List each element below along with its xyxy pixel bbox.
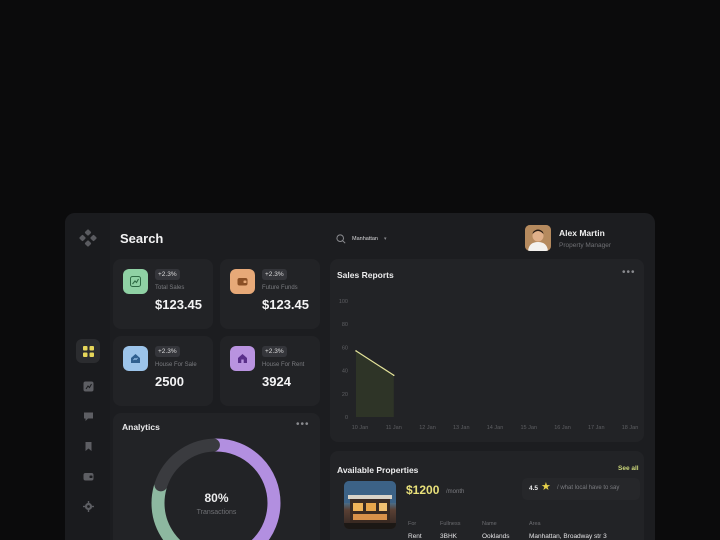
x-tick-label: 13 Jan [453,425,470,431]
detail-label-for: For [408,521,417,527]
wallet-icon [230,269,255,294]
growth-badge: +2.3% [155,346,180,357]
x-tick-label: 10 Jan [352,425,369,431]
detail-label-area: Area [529,521,541,527]
detail-label-fullness: Fullness [440,521,461,527]
sidebar [65,213,110,540]
sales-reports-card: Sales Reports ••• 100 80 60 40 20 0 10 Jan 11 J… [330,259,644,442]
stat-card-house-for-sale[interactable]: +2.3% House For Sale 2500 [113,336,213,406]
profile-role: Property Manager [559,242,612,249]
logo-icon [79,229,97,247]
stat-label: Future Funds [262,285,298,291]
search-icon [336,234,346,244]
sidebar-item-settings[interactable] [76,494,100,518]
x-tick-label: 18 Jan [622,425,639,431]
detail-label-name: Name [482,521,497,527]
property-price: $1200 [406,483,440,497]
x-tick-label: 17 Jan [588,425,605,431]
message-icon [83,412,93,421]
sidebar-item-messages[interactable] [76,404,100,428]
chart-box-icon [83,381,93,391]
profile-name: Alex Martin [559,228,605,238]
x-tick-label: 15 Jan [520,425,537,431]
stat-label: Total Sales [155,285,185,291]
analytics-card: Analytics ••• 80% Transactions [113,413,320,540]
available-properties-card: Available Properties See all $1200 /mont… [330,451,644,540]
see-all-link[interactable]: See all [618,465,639,472]
series-area [356,350,394,417]
stat-value: $123.45 [155,297,202,312]
y-tick-label: 0 [345,415,348,421]
y-tick-label: 40 [342,369,348,375]
property-image[interactable] [344,481,396,529]
wallet-icon [83,472,93,480]
chart-icon [123,269,148,294]
page-title: Search [120,231,164,246]
star-icon: ★ [541,481,551,493]
stat-card-total-sales[interactable]: +2.3% Total Sales $123.45 [113,259,213,329]
stat-label: House For Rent [262,362,305,368]
x-tick-label: 12 Jan [419,425,436,431]
rating-text: / what local have to say [557,485,620,491]
sidebar-item-dashboard[interactable] [76,339,100,363]
grid-icon [82,345,94,357]
x-tick-label: 11 Jan [386,425,402,431]
stat-card-future-funds[interactable]: +2.3% Future Funds $123.45 [220,259,320,329]
growth-badge: +2.3% [262,346,287,357]
sidebar-item-analytics[interactable] [76,374,100,398]
detail-value-area: Manhattan, Broadway str 3 [529,533,607,540]
detail-value-name: Ooklands [482,533,510,540]
location-select[interactable]: Manhattan [352,236,378,242]
avatar[interactable] [525,225,551,251]
dashboard-window: Search +2.3% Total Sales $123.45 +2.3% F… [65,213,655,540]
chevron-down-icon[interactable]: ▾ [384,236,387,242]
sidebar-item-wallet[interactable] [76,464,100,488]
rating-box: 4.5 ★ / what local have to say [522,478,640,500]
x-tick-label: 14 Jan [487,425,504,431]
price-unit: /month [446,489,465,495]
data-point [392,374,395,377]
rating-value: 4.5 [529,485,539,492]
house-sale-icon [123,346,148,371]
properties-title: Available Properties [337,465,419,475]
detail-value-for: Rent [408,533,422,540]
stat-label: House For Sale [155,362,197,368]
growth-badge: +2.3% [262,269,287,280]
x-tick-label: 16 Jan [554,425,571,431]
stat-value: $123.45 [262,297,309,312]
detail-value-fullness: 3BHK [440,533,457,540]
donut-percent: 80% [204,491,229,505]
house-rent-icon [230,346,255,371]
sidebar-item-saved[interactable] [76,434,100,458]
growth-badge: +2.3% [155,269,180,280]
y-tick-label: 20 [342,392,348,398]
data-point [355,350,357,352]
stat-value: 3924 [262,374,291,389]
transactions-donut-chart [151,438,281,540]
stat-value: 2500 [155,374,184,389]
y-tick-label: 100 [339,299,348,305]
stat-card-house-for-rent[interactable]: +2.3% House For Rent 3924 [220,336,320,406]
y-tick-label: 60 [342,345,348,351]
donut-label: Transactions [196,509,237,516]
search-input[interactable]: Manhattan ▾ [330,228,490,250]
bookmark-icon [85,441,91,451]
y-tick-label: 80 [342,322,348,328]
gear-icon [82,500,94,512]
sales-line-chart: 100 80 60 40 20 0 10 Jan 11 Jan 12 Jan 13 Jan 14 J… [339,299,639,431]
